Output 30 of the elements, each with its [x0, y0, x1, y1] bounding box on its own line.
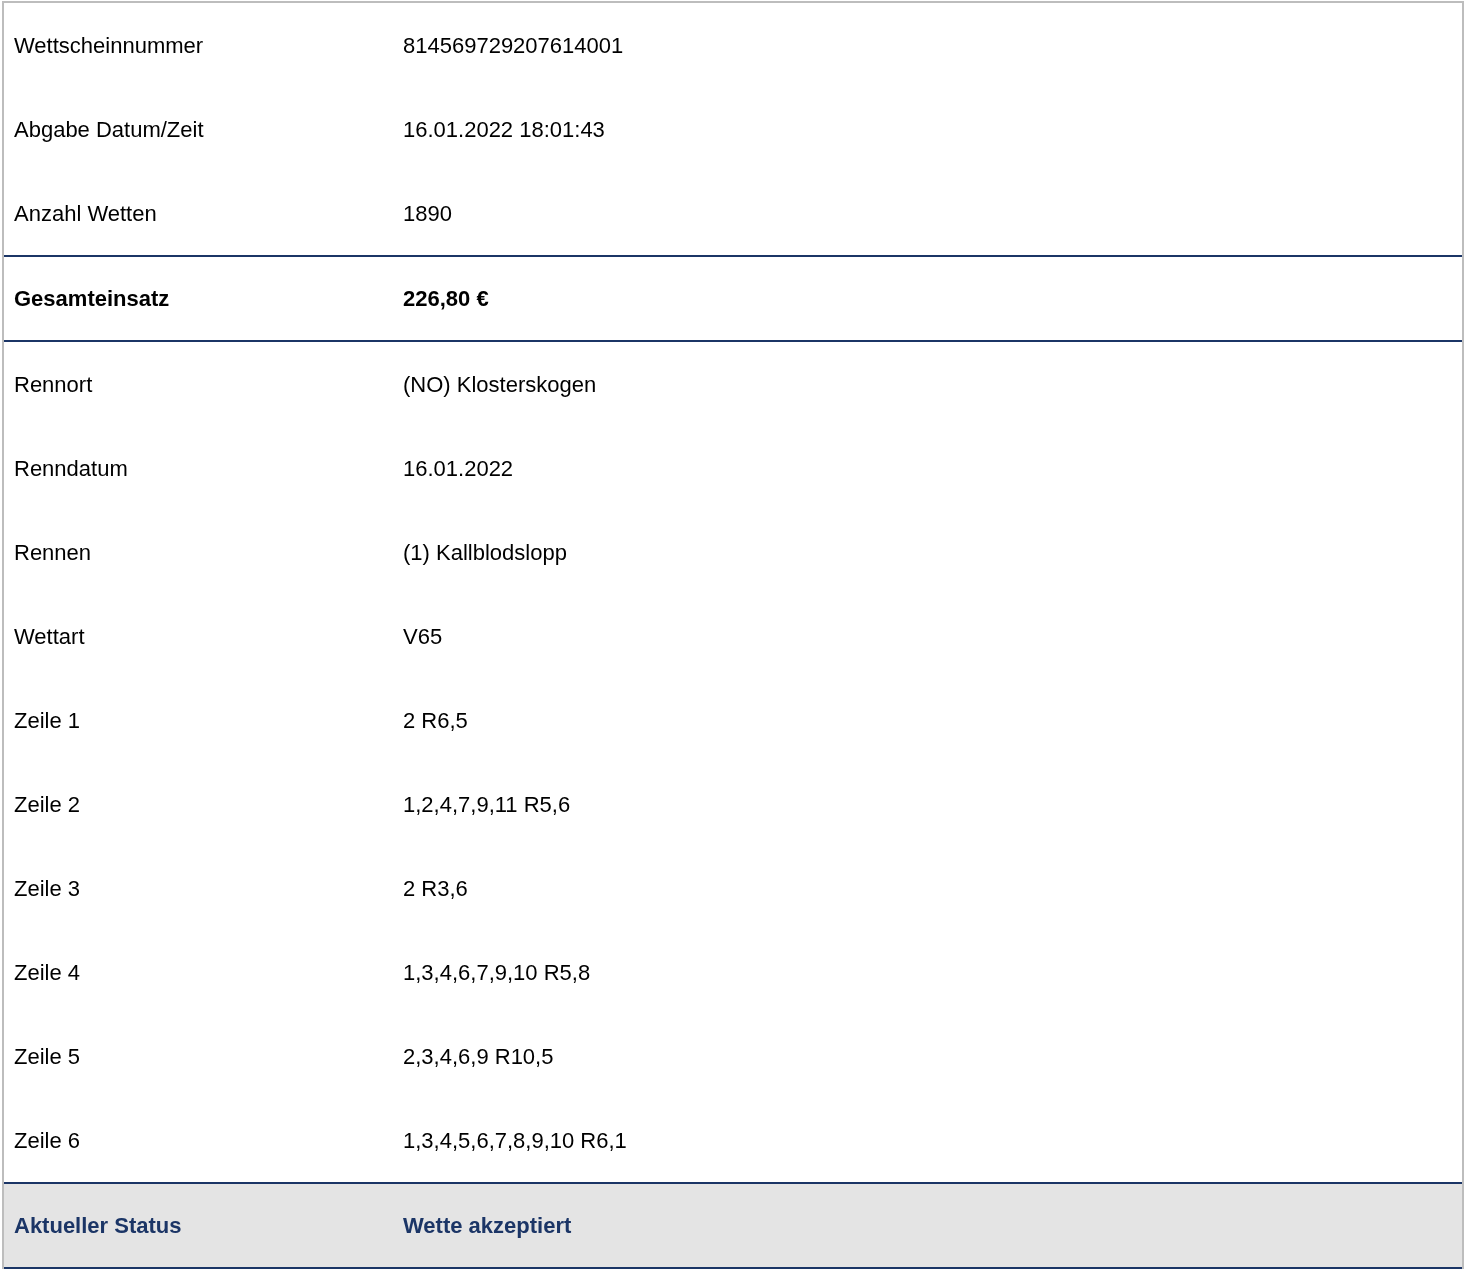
field-label: Zeile 2	[13, 790, 82, 819]
field-label: Wettscheinnummer	[13, 31, 205, 60]
field-label: Zeile 5	[13, 1042, 82, 1071]
field-label: Wettart	[13, 622, 86, 651]
field-value: 16.01.2022 18:01:43	[403, 115, 605, 144]
field-value: 814569729207614001	[403, 31, 624, 60]
field-label: Zeile 1	[13, 706, 82, 735]
field-value: 2 R6,5	[403, 706, 468, 735]
field-value: (1) Kallblodslopp	[403, 538, 567, 567]
field-label: Gesamteinsatz	[13, 285, 171, 313]
field-value: 1,3,4,5,6,7,8,9,10 R6,1	[403, 1126, 627, 1155]
field-value: 2 R3,6	[403, 874, 468, 903]
field-value: 1890	[403, 199, 452, 228]
field-label: Abgabe Datum/Zeit	[13, 115, 205, 144]
field-value: 1,2,4,7,9,11 R5,6	[403, 790, 571, 819]
field-value: Wette akzeptiert	[403, 1212, 572, 1240]
field-value: 1,3,4,6,7,9,10 R5,8	[403, 958, 591, 987]
field-value: 2,3,4,6,9 R10,5	[403, 1042, 554, 1071]
field-value: 16.01.2022	[403, 454, 514, 483]
field-value: V65	[403, 622, 443, 651]
field-label: Zeile 6	[13, 1126, 82, 1155]
field-value: (NO) Klosterskogen	[403, 370, 597, 399]
field-label: Rennen	[13, 538, 93, 567]
field-label: Renndatum	[13, 454, 129, 483]
field-label: Rennort	[13, 370, 94, 399]
field-label: Anzahl Wetten	[13, 199, 158, 228]
field-label: Zeile 4	[13, 958, 82, 987]
field-label: Zeile 3	[13, 874, 82, 903]
field-value: 226,80 €	[403, 285, 489, 313]
field-label: Aktueller Status	[13, 1212, 183, 1240]
